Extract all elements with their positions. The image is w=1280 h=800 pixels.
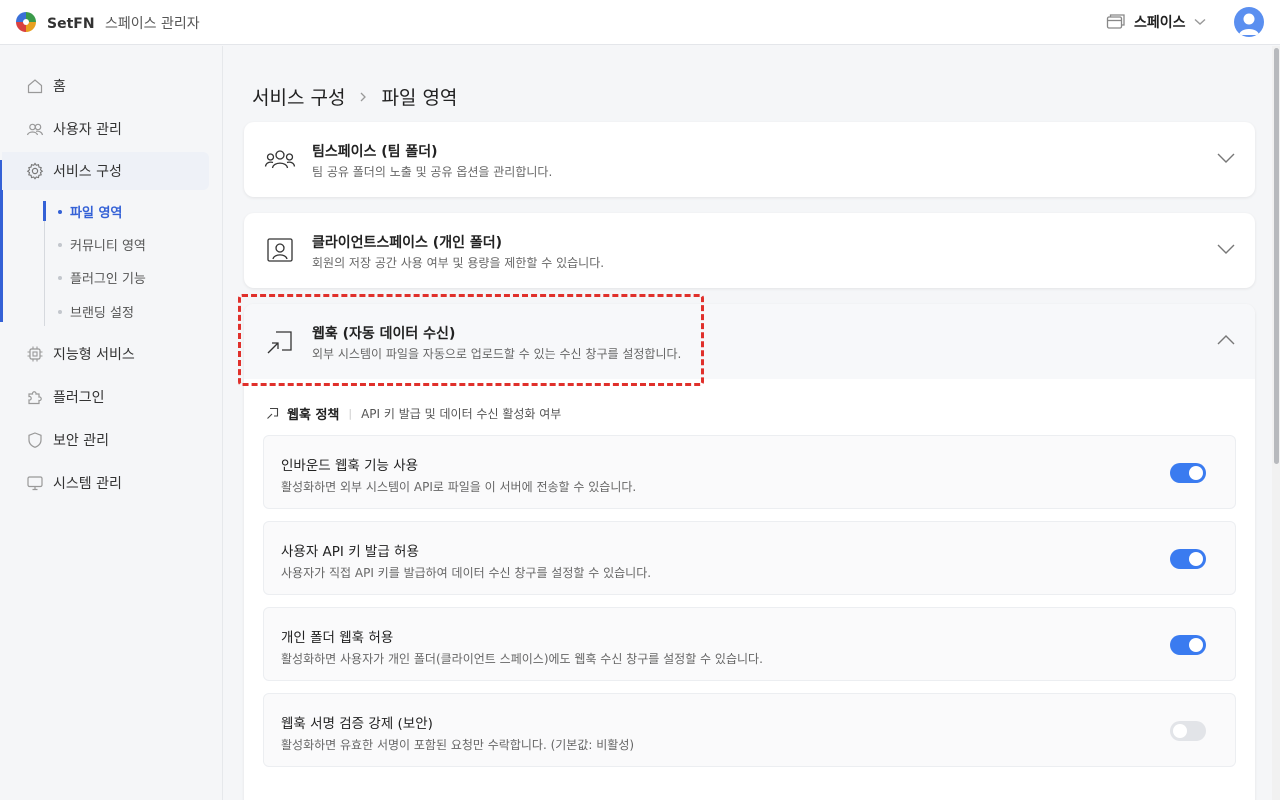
setting-user-api-key: 사용자 API 키 발급 허용 사용자가 직접 API 키를 발급하여 데이터 … bbox=[263, 521, 1236, 595]
setting-title: 웹훅 서명 검증 강제 (보안) bbox=[281, 716, 433, 732]
submenu-item-label: 브랜딩 설정 bbox=[70, 306, 134, 321]
submenu-item-plugin-features[interactable]: 플러그인 기능 bbox=[58, 268, 146, 287]
gear-icon bbox=[26, 162, 44, 180]
toggle-knob bbox=[1189, 638, 1203, 652]
sidebar-item-home[interactable]: 홈 bbox=[0, 67, 223, 105]
puzzle-icon bbox=[28, 391, 42, 405]
setting-description: 활성화하면 유효한 서명이 포함된 요청만 수락합니다. (기본값: 비활성) bbox=[281, 738, 635, 752]
user-avatar-icon bbox=[1239, 13, 1259, 35]
sidebar-item-label: 지능형 서비스 bbox=[53, 347, 135, 363]
chevron-down-icon bbox=[1217, 244, 1235, 254]
card-title: 팀스페이스 (팀 폴더) bbox=[312, 144, 438, 160]
user-api-key-toggle[interactable] bbox=[1170, 549, 1206, 569]
setting-description: 활성화하면 사용자가 개인 폴더(클라이언트 스페이스)에도 웹훅 수신 창구를… bbox=[281, 652, 763, 666]
setting-title: 인바운드 웹훅 기능 사용 bbox=[281, 458, 419, 474]
card-title: 클라이언트스페이스 (개인 폴더) bbox=[312, 235, 502, 251]
card-description: 팀 공유 폴더의 노출 및 공유 옵션을 관리합니다. bbox=[312, 165, 553, 179]
setting-title: 개인 폴더 웹훅 허용 bbox=[281, 630, 394, 646]
submenu-item-label: 파일 영역 bbox=[70, 206, 123, 221]
submenu-item-community-area[interactable]: 커뮤니티 영역 bbox=[58, 235, 146, 254]
personal-folder-webhook-toggle[interactable] bbox=[1170, 635, 1206, 655]
top-bar: SetFN 스페이스 관리자 스페이스 bbox=[0, 0, 1280, 45]
chip-icon bbox=[27, 346, 43, 362]
space-icon bbox=[1106, 14, 1125, 29]
card-description: 외부 시스템이 파일을 자동으로 업로드할 수 있는 수신 창구를 설정합니다. bbox=[312, 347, 682, 361]
toggle-knob bbox=[1189, 552, 1203, 566]
submenu-item-branding[interactable]: 브랜딩 설정 bbox=[58, 302, 134, 321]
submenu-item-label: 플러그인 기능 bbox=[70, 272, 146, 287]
setting-personal-folder-webhook: 개인 폴더 웹훅 허용 활성화하면 사용자가 개인 폴더(클라이언트 스페이스)… bbox=[263, 607, 1236, 681]
chevron-right-icon bbox=[360, 92, 367, 101]
card-clientspace: 클라이언트스페이스 (개인 폴더) 회원의 저장 공간 사용 여부 및 용량을 … bbox=[244, 213, 1255, 288]
card-teamspace: 팀스페이스 (팀 폴더) 팀 공유 폴더의 노출 및 공유 옵션을 관리합니다. bbox=[244, 122, 1255, 197]
chevron-down-icon bbox=[1217, 153, 1235, 163]
brand: SetFN 스페이스 관리자 bbox=[47, 13, 200, 33]
sidebar-item-service-config[interactable]: 서비스 구성 bbox=[2, 152, 209, 190]
setting-signature-verification: 웹훅 서명 검증 강제 (보안) 활성화하면 유효한 서명이 포함된 요청만 수… bbox=[263, 693, 1236, 767]
users-icon bbox=[26, 123, 44, 136]
separator: | bbox=[348, 407, 353, 420]
card-title: 웹훅 (자동 데이터 수신) bbox=[312, 326, 456, 342]
bullet-icon bbox=[58, 309, 62, 314]
scrollbar-thumb[interactable] bbox=[1274, 48, 1279, 464]
signature-verification-toggle[interactable] bbox=[1170, 721, 1206, 741]
policy-label: 웹훅 정책 bbox=[287, 408, 340, 423]
bullet-icon bbox=[58, 209, 62, 214]
bullet-icon bbox=[58, 242, 62, 247]
monitor-icon bbox=[27, 476, 43, 491]
sidebar-item-plugins[interactable]: 플러그인 bbox=[0, 378, 223, 416]
shield-icon bbox=[28, 432, 42, 448]
submenu-active-marker bbox=[43, 201, 46, 221]
avatar[interactable] bbox=[1234, 7, 1264, 37]
webhook-small-icon bbox=[267, 407, 279, 419]
sidebar-item-label: 홈 bbox=[53, 79, 66, 95]
breadcrumb: 서비스 구성 파일 영역 bbox=[252, 83, 457, 110]
breadcrumb-current: 파일 영역 bbox=[381, 87, 458, 109]
sidebar-item-intelligent-service[interactable]: 지능형 서비스 bbox=[0, 335, 223, 373]
sidebar-item-security[interactable]: 보안 관리 bbox=[0, 421, 223, 459]
sidebar: 홈 사용자 관리 서비스 구성 파일 영역 커뮤니티 영역 플러그인 기능 브랜… bbox=[0, 46, 223, 800]
card-webhook-header[interactable]: 웹훅 (자동 데이터 수신) 외부 시스템이 파일을 자동으로 업로드할 수 있… bbox=[244, 304, 1255, 379]
setting-inbound-webhook: 인바운드 웹훅 기능 사용 활성화하면 외부 시스템이 API로 파일을 이 서… bbox=[263, 435, 1236, 509]
logo-icon[interactable] bbox=[15, 11, 37, 33]
sidebar-item-label: 사용자 관리 bbox=[53, 122, 122, 138]
card-description: 회원의 저장 공간 사용 여부 및 용량을 제한할 수 있습니다. bbox=[312, 256, 605, 270]
brand-subtitle: 스페이스 관리자 bbox=[105, 16, 200, 32]
sidebar-item-label: 시스템 관리 bbox=[53, 476, 122, 492]
setting-description: 활성화하면 외부 시스템이 API로 파일을 이 서버에 전송할 수 있습니다. bbox=[281, 480, 637, 494]
card-teamspace-header[interactable]: 팀스페이스 (팀 폴더) 팀 공유 폴더의 노출 및 공유 옵션을 관리합니다. bbox=[244, 122, 1255, 197]
policy-description: API 키 발급 및 데이터 수신 활성화 여부 bbox=[361, 407, 562, 421]
user-frame-icon bbox=[267, 238, 293, 262]
space-switcher[interactable]: 스페이스 bbox=[1106, 12, 1206, 32]
chevron-up-icon bbox=[1217, 335, 1235, 345]
bullet-icon bbox=[58, 275, 62, 280]
sidebar-item-label: 서비스 구성 bbox=[53, 164, 122, 180]
home-icon bbox=[27, 79, 43, 94]
sidebar-item-users[interactable]: 사용자 관리 bbox=[0, 110, 223, 148]
sidebar-item-label: 플러그인 bbox=[53, 390, 105, 406]
submenu-item-label: 커뮤니티 영역 bbox=[70, 239, 146, 254]
setting-description: 사용자가 직접 API 키를 발급하여 데이터 수신 창구를 설정할 수 있습니… bbox=[281, 566, 652, 580]
card-clientspace-header[interactable]: 클라이언트스페이스 (개인 폴더) 회원의 저장 공간 사용 여부 및 용량을 … bbox=[244, 213, 1255, 288]
inbound-webhook-toggle[interactable] bbox=[1170, 463, 1206, 483]
sidebar-item-system[interactable]: 시스템 관리 bbox=[0, 464, 223, 502]
submenu-item-file-area[interactable]: 파일 영역 bbox=[58, 202, 122, 221]
setting-title: 사용자 API 키 발급 허용 bbox=[281, 544, 419, 560]
space-label: 스페이스 bbox=[1134, 15, 1186, 31]
policy-section-title: 웹훅 정책 | API 키 발급 및 데이터 수신 활성화 여부 bbox=[266, 404, 561, 423]
brand-name: SetFN bbox=[47, 16, 95, 32]
sidebar-item-label: 보안 관리 bbox=[53, 433, 109, 449]
toggle-knob bbox=[1189, 466, 1203, 480]
toggle-knob bbox=[1173, 724, 1187, 738]
chevron-down-icon bbox=[1194, 18, 1205, 25]
breadcrumb-parent[interactable]: 서비스 구성 bbox=[252, 83, 345, 110]
team-icon bbox=[264, 150, 296, 169]
webhook-icon bbox=[267, 331, 292, 354]
